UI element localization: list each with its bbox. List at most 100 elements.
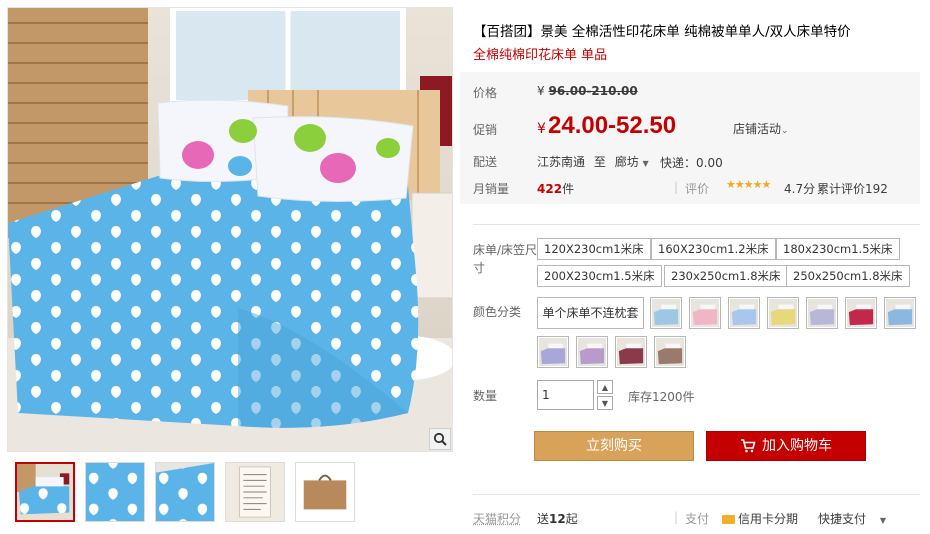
triangle-down-icon: ▼ [879, 516, 886, 525]
color-swatch-1[interactable] [650, 297, 682, 329]
points-suffix: 起 [565, 512, 578, 526]
color-option-text[interactable]: 单个床单不连枕套 [537, 297, 644, 329]
stats-divider: | [674, 180, 679, 194]
size-option-5[interactable]: 230x250cm1.8米床 [664, 265, 788, 287]
rating-score: 4.7分 [784, 182, 816, 196]
stock-count: 库存1200件 [628, 390, 695, 404]
swatch-thumbnail-image [886, 299, 914, 327]
shipping-fee: 快递：0.00 [660, 156, 723, 170]
original-price: ¥ 96.00-210.00 [537, 84, 638, 98]
price-label: 价格 [473, 86, 498, 100]
swatch-thumbnail-image [847, 299, 875, 327]
thumbnail-package-image [296, 463, 354, 521]
swatch-thumbnail-image [652, 299, 680, 327]
color-swatch-7[interactable] [884, 297, 916, 329]
points-label: 天猫积分 [473, 510, 521, 527]
thumbnail-label-image [226, 463, 284, 521]
product-subtitle: 全棉纯棉印花床单 单品 [473, 48, 608, 63]
original-price-currency: ¥ [537, 84, 545, 98]
color-swatch-8[interactable] [537, 336, 569, 368]
credit-card-icon [722, 515, 735, 524]
size-option-6[interactable]: 250x250cm1.8米床 [786, 265, 910, 287]
points-value: 12 [549, 512, 566, 526]
shipping-info: 江苏南通 至 廊坊 ▼ 快递：0.00 [537, 153, 723, 170]
thumbnail-4[interactable] [225, 462, 285, 522]
size-option-2[interactable]: 160X230cm1.2米床 [651, 238, 776, 260]
swatch-thumbnail-image [691, 299, 719, 327]
triangle-down-icon: ▼ [642, 159, 649, 168]
total-reviews-link[interactable]: 累计评价192 [817, 180, 888, 197]
quantity-input[interactable] [537, 380, 594, 410]
swatch-thumbnail-image [808, 299, 836, 327]
points-label-text: 天猫积分 [473, 512, 522, 526]
swatch-thumbnail-image [578, 338, 606, 366]
size-option-label: 床单/床笠尺 寸 [473, 241, 537, 277]
size-option-1[interactable]: 120X230cm1米床 [537, 238, 651, 260]
review-label: 评价 [685, 182, 710, 196]
store-activity-dropdown[interactable]: 店铺活动⌄ [733, 120, 789, 137]
section-divider [473, 224, 920, 225]
thumbnail-bed-image [17, 464, 73, 520]
store-activity-label: 店铺活动 [733, 122, 782, 136]
add-to-cart-label: 加入购物车 [762, 438, 832, 454]
size-option-3[interactable]: 180x230cm1.5米床 [776, 238, 900, 260]
cart-icon [741, 439, 756, 453]
chevron-down-icon: ⌄ [781, 126, 789, 136]
ship-destination: 廊坊 [614, 155, 639, 169]
thumbnail-1[interactable] [15, 462, 75, 522]
footer-separator: | [674, 510, 679, 524]
quick-pay[interactable]: 快捷支付 ▼ [818, 510, 886, 527]
bed-photo [8, 8, 452, 451]
promo-label: 促销 [473, 123, 498, 137]
quantity-decrease-button[interactable]: ▼ [597, 396, 613, 410]
color-swatch-2[interactable] [689, 297, 721, 329]
credit-installment[interactable]: 信用卡分期 [722, 510, 798, 527]
swatch-thumbnail-image [769, 299, 797, 327]
swatch-thumbnail-image [656, 338, 684, 366]
magnifier-icon [433, 432, 447, 446]
product-title: 【百搭团】景美 全棉活性印花床单 纯棉被单单人/双人床单特价 [473, 24, 851, 40]
pay-label: 支付 [685, 512, 710, 526]
size-label-line2: 寸 [473, 261, 486, 275]
quantity-label: 数量 [473, 389, 498, 403]
color-swatch-4[interactable] [767, 297, 799, 329]
monthly-sales-unit: 件 [562, 182, 575, 196]
shipping-label: 配送 [473, 155, 498, 169]
rating-stars-icon: ★★★★★ [726, 178, 771, 191]
credit-installment-label: 信用卡分期 [738, 512, 799, 526]
quick-pay-label: 快捷支付 [818, 512, 867, 526]
thumbnail-2[interactable] [85, 462, 145, 522]
zoom-button[interactable] [429, 428, 451, 450]
footer-divider [473, 494, 920, 495]
size-label-line1: 床单/床笠尺 [473, 243, 538, 257]
monthly-sales-label: 月销量 [473, 182, 510, 196]
ship-from: 江苏南通 [537, 155, 586, 169]
monthly-sales-count: 422 [537, 182, 563, 196]
color-swatch-11[interactable] [654, 336, 686, 368]
color-swatch-9[interactable] [576, 336, 608, 368]
thumbnail-folded-image [156, 463, 214, 521]
main-product-image[interactable] [7, 7, 453, 452]
color-option-label: 颜色分类 [473, 305, 522, 319]
swatch-thumbnail-image [539, 338, 567, 366]
color-swatch-10[interactable] [615, 336, 647, 368]
quantity-increase-button[interactable]: ▲ [597, 380, 613, 394]
buy-now-button[interactable]: 立刻购买 [534, 431, 694, 461]
color-swatch-5[interactable] [806, 297, 838, 329]
monthly-sales: 422件 [537, 180, 574, 197]
points-prefix: 送 [537, 512, 550, 526]
thumbnail-pattern-image [86, 463, 144, 521]
thumbnail-3[interactable] [155, 462, 215, 522]
color-swatch-3[interactable] [728, 297, 760, 329]
add-to-cart-button[interactable]: 加入购物车 [706, 431, 866, 461]
ship-to-word: 至 [593, 155, 606, 169]
color-swatch-6[interactable] [845, 297, 877, 329]
caret-down-icon: ▼ [601, 398, 609, 408]
size-option-4[interactable]: 200X230cm1.5米床 [537, 265, 662, 287]
ship-destination-select[interactable]: 廊坊 ▼ [615, 155, 649, 169]
promo-currency: ¥ [537, 121, 546, 137]
caret-up-icon: ▲ [601, 382, 609, 392]
points-info: 送12起 [537, 510, 578, 527]
original-price-value: 96.00-210.00 [548, 84, 638, 98]
thumbnail-5[interactable] [295, 462, 355, 522]
